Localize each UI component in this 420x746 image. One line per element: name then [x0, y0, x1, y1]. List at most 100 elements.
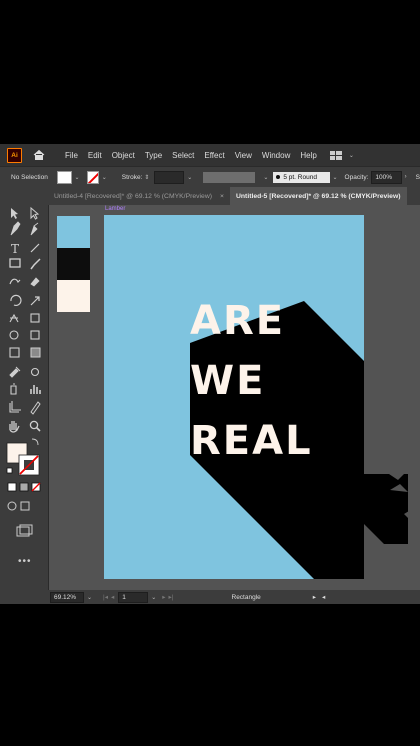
curvature-tool-icon[interactable] — [30, 222, 39, 236]
zoom-field[interactable]: 69.12% — [50, 591, 84, 603]
artboard-name: Lamber — [105, 206, 126, 212]
menu-view[interactable]: View — [230, 151, 257, 160]
menu-bar: Ai File Edit Object Type Select Effect V… — [0, 144, 420, 166]
black-swatch[interactable] — [57, 248, 90, 280]
profile-dropdown-icon[interactable]: ⌄ — [263, 174, 268, 181]
control-bar: No Selection ⌄ ⌄ Stroke: ⇕ ⌄ ⌄ 5 pt. Rou… — [0, 166, 420, 187]
width-tool-icon[interactable] — [9, 313, 19, 323]
default-colors-icon[interactable] — [6, 467, 13, 474]
stroke-weight-dropdown-icon[interactable]: ⌄ — [187, 174, 192, 181]
menu-object[interactable]: Object — [107, 151, 140, 160]
headline-line-1: ARE — [190, 298, 286, 344]
artboard-tool-icon[interactable] — [9, 401, 21, 413]
eyedropper-tool-icon[interactable] — [9, 366, 21, 378]
draw-normal-icon[interactable] — [7, 501, 17, 511]
opacity-dropdown-icon[interactable]: › — [405, 174, 407, 180]
workspace-switcher[interactable]: ⌄ — [329, 150, 357, 160]
variable-width-profile[interactable] — [203, 171, 256, 183]
status-menu-icon[interactable]: ▸ — [313, 593, 316, 601]
stroke-weight-field[interactable] — [154, 170, 185, 184]
zoom-value: 69.12% — [54, 593, 77, 601]
symbol-sprayer-tool-icon[interactable] — [10, 383, 17, 395]
screen-mode-icon[interactable] — [8, 524, 40, 538]
perspective-tool-icon[interactable] — [30, 330, 40, 340]
paintbrush-tool-icon[interactable] — [30, 258, 41, 270]
brush-dot-icon — [276, 175, 281, 179]
free-transform-tool-icon[interactable] — [30, 313, 40, 323]
menu-file[interactable]: File — [60, 151, 83, 160]
opacity-field[interactable]: 100% — [371, 170, 402, 184]
brush-label: 5 pt. Round — [283, 173, 317, 181]
app-logo: Ai — [7, 147, 22, 163]
status-bar: 69.12% ⌄ |◂ ◂ 1 ⌄ ▸ ▸| Rectangle ▸ ◂ — [0, 590, 420, 604]
hand-tool-icon[interactable] — [9, 421, 20, 433]
line-tool-icon[interactable] — [30, 243, 40, 253]
slice-tool-icon[interactable] — [30, 401, 41, 415]
menu-window[interactable]: Window — [257, 151, 295, 160]
menu-type[interactable]: Type — [140, 151, 167, 160]
pen-tool-icon[interactable] — [10, 221, 21, 236]
menu-select[interactable]: Select — [167, 151, 199, 160]
fill-swatch-control[interactable] — [57, 170, 72, 184]
artboard-dropdown-icon[interactable]: ⌄ — [151, 594, 156, 601]
document-tabs: Untitled-4 [Recovered]* @ 69.12 % (CMYK/… — [48, 187, 420, 205]
shape-builder-tool-icon[interactable] — [9, 330, 19, 340]
draw-behind-icon[interactable] — [20, 501, 30, 511]
artboard: ARE WE REAL — [104, 215, 364, 579]
cream-swatch[interactable] — [57, 280, 90, 312]
rotate-tool-icon[interactable] — [10, 294, 22, 306]
swatch-thumbnails — [57, 216, 90, 312]
last-artboard-icon[interactable]: ▸| — [169, 593, 174, 601]
more-tools-icon[interactable]: ••• — [18, 556, 32, 567]
opacity-value: 100% — [375, 173, 392, 181]
zoom-dropdown-icon[interactable]: ⌄ — [87, 594, 92, 601]
stroke-dropdown-icon[interactable]: ⌄ — [102, 174, 107, 181]
fill-dropdown-icon[interactable]: ⌄ — [75, 174, 80, 181]
scroll-left-icon[interactable]: ◂ — [322, 593, 325, 601]
rectangle-tool-icon[interactable] — [9, 258, 21, 268]
menu-list: File Edit Object Type Select Effect View… — [60, 151, 322, 160]
shaper-tool-icon[interactable] — [9, 278, 21, 285]
brush-definition[interactable]: 5 pt. Round — [273, 171, 330, 183]
eraser-tool-icon[interactable] — [30, 277, 40, 287]
next-artboard-icon[interactable]: ▸ — [162, 593, 165, 601]
direct-selection-tool-icon[interactable] — [30, 206, 40, 220]
vertical-scrollbar[interactable] — [408, 205, 420, 590]
brush-dropdown-icon[interactable]: ⌄ — [333, 174, 338, 181]
blue-swatch[interactable] — [57, 216, 90, 248]
swap-fill-stroke-icon[interactable] — [31, 438, 39, 446]
tools-panel: T ••• — [0, 187, 49, 594]
tab-untitled-4[interactable]: Untitled-4 [Recovered]* @ 69.12 % (CMYK/… — [48, 187, 230, 205]
selection-tool-icon[interactable] — [11, 208, 18, 219]
menu-effect[interactable]: Effect — [199, 151, 229, 160]
tab-untitled-5[interactable]: Untitled-5 [Recovered]* @ 69.12 % (CMYK/… — [230, 187, 407, 205]
type-tool-icon[interactable]: T — [11, 242, 19, 256]
mesh-tool-icon[interactable] — [9, 347, 20, 358]
illustrator-window: Ai File Edit Object Type Select Effect V… — [0, 144, 420, 604]
stroke-label: Stroke: — [121, 173, 143, 181]
previous-artboard-icon[interactable]: ◂ — [111, 593, 114, 601]
home-icon[interactable] — [32, 148, 46, 162]
gradient-tool-icon[interactable] — [30, 347, 41, 358]
tab-label: Untitled-5 [Recovered]* @ 69.12 % (CMYK/… — [236, 192, 401, 200]
scale-tool-icon[interactable] — [30, 296, 40, 306]
headline-line-3: REAL — [190, 418, 313, 464]
stroke-swatch-control[interactable] — [86, 170, 99, 184]
blend-tool-icon[interactable] — [30, 367, 40, 377]
current-tool-label: Rectangle — [231, 593, 261, 601]
tab-close-icon[interactable]: × — [220, 193, 224, 200]
gradient-mode-icon[interactable] — [19, 482, 29, 492]
graph-tool-icon[interactable] — [30, 385, 41, 394]
workspace-grid-icon — [329, 150, 342, 160]
menu-edit[interactable]: Edit — [83, 151, 107, 160]
artboard-number: 1 — [122, 593, 126, 601]
menu-help[interactable]: Help — [295, 151, 321, 160]
headline-line-2: WE — [190, 358, 266, 404]
first-artboard-icon[interactable]: |◂ — [103, 593, 108, 601]
color-mode-icon[interactable] — [7, 482, 17, 492]
artboard-number-field[interactable]: 1 — [118, 591, 149, 603]
selection-status: No Selection — [11, 173, 48, 181]
chevron-down-icon: ⌄ — [348, 152, 354, 159]
opacity-label: Opacity: — [344, 173, 369, 181]
stroke-stepper-icon[interactable]: ⇕ — [144, 174, 149, 181]
